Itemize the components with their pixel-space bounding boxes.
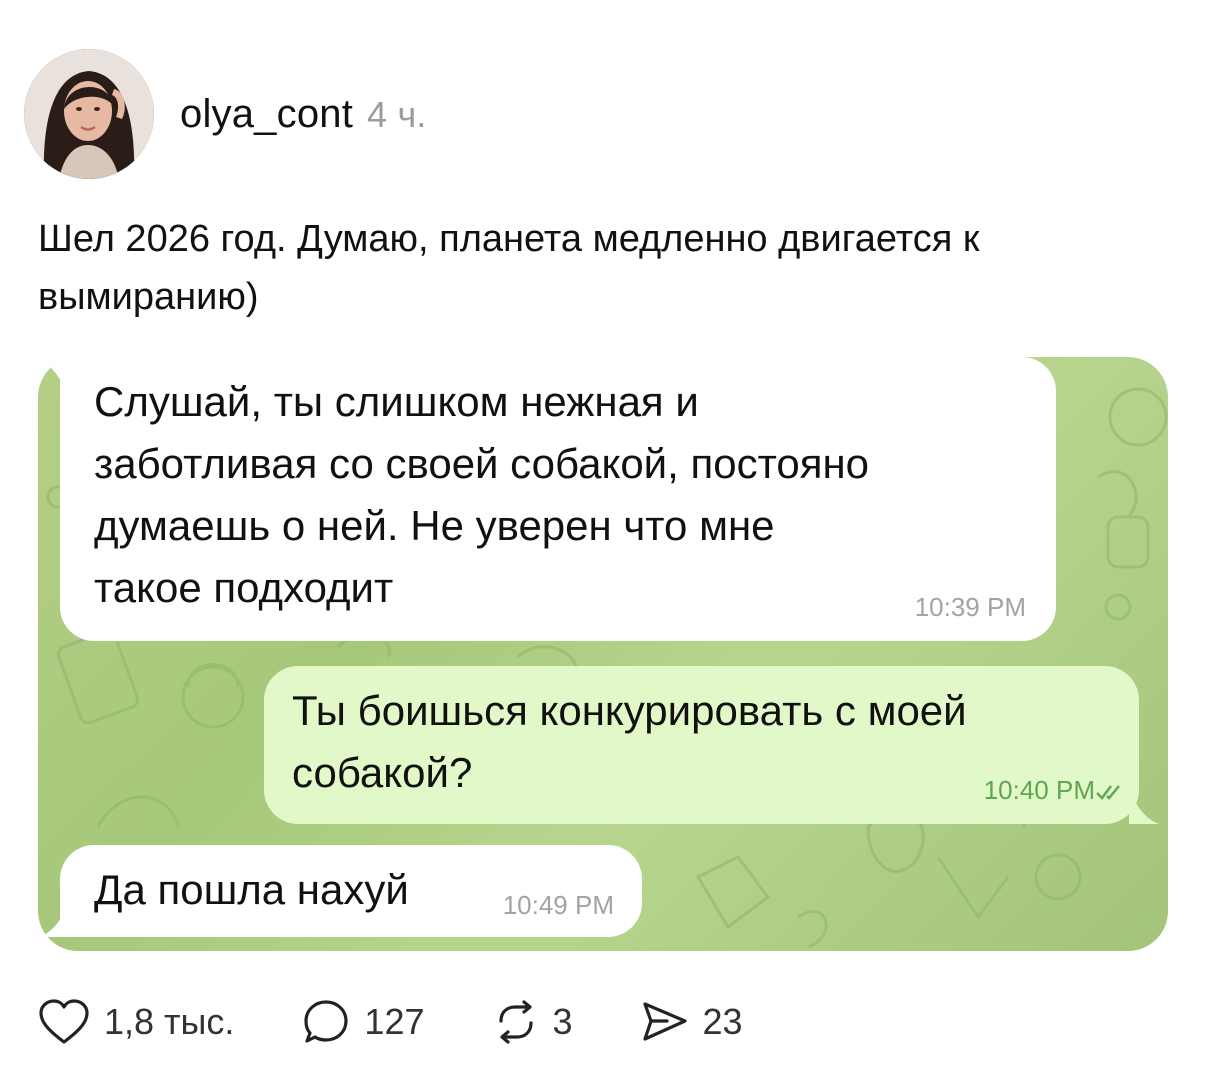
incoming-message[interactable]: Слушай, ты слишком нежная и заботливая с… bbox=[38, 357, 1056, 641]
comment-icon bbox=[304, 1000, 349, 1043]
message-text: Да пошла нахуй bbox=[94, 866, 409, 913]
bubble-tail bbox=[1129, 784, 1159, 824]
share-icon bbox=[642, 1002, 687, 1041]
double-check-icon bbox=[1096, 785, 1120, 800]
share-button[interactable]: 23 bbox=[641, 999, 743, 1045]
bubble-tail bbox=[40, 897, 70, 937]
post-header: olya_cont 4 ч. bbox=[24, 48, 427, 180]
chat-screenshot: Слушай, ты слишком нежная и заботливая с… bbox=[38, 357, 1168, 951]
like-button[interactable]: 1,8 тыс. bbox=[38, 998, 234, 1046]
message-time: 10:49 PM bbox=[502, 890, 614, 920]
reply-button[interactable]: 127 bbox=[302, 998, 425, 1046]
message-text: Слушай, ты слишком нежная и заботливая с… bbox=[94, 378, 869, 611]
reply-count: 127 bbox=[364, 1001, 425, 1042]
outgoing-message[interactable]: Ты боишься конкурировать с моей собакой?… bbox=[264, 666, 1159, 824]
incoming-message[interactable]: Да пошла нахуй 10:49 PM bbox=[40, 845, 642, 937]
share-count: 23 bbox=[702, 1001, 743, 1042]
author-line: olya_cont 4 ч. bbox=[180, 92, 427, 137]
avatar[interactable] bbox=[24, 49, 154, 179]
repost-icon bbox=[498, 1000, 533, 1044]
username[interactable]: olya_cont bbox=[180, 92, 353, 137]
post-text: Шел 2026 год. Думаю, планета медленно дв… bbox=[38, 218, 980, 318]
thread-post: olya_cont 4 ч. Шел 2026 год. Думаю, план… bbox=[0, 0, 1206, 1074]
message-time: 10:40 PM bbox=[983, 775, 1095, 805]
post-time: 4 ч. bbox=[367, 93, 427, 135]
message-time: 10:39 PM bbox=[914, 592, 1026, 622]
repost-count: 3 bbox=[552, 1001, 573, 1042]
like-count: 1,8 тыс. bbox=[104, 1001, 235, 1042]
heart-icon bbox=[39, 999, 89, 1044]
post-actions: 1,8 тыс. 127 3 23 bbox=[38, 992, 743, 1052]
bubble-tail bbox=[38, 357, 68, 397]
repost-button[interactable]: 3 bbox=[493, 999, 573, 1045]
